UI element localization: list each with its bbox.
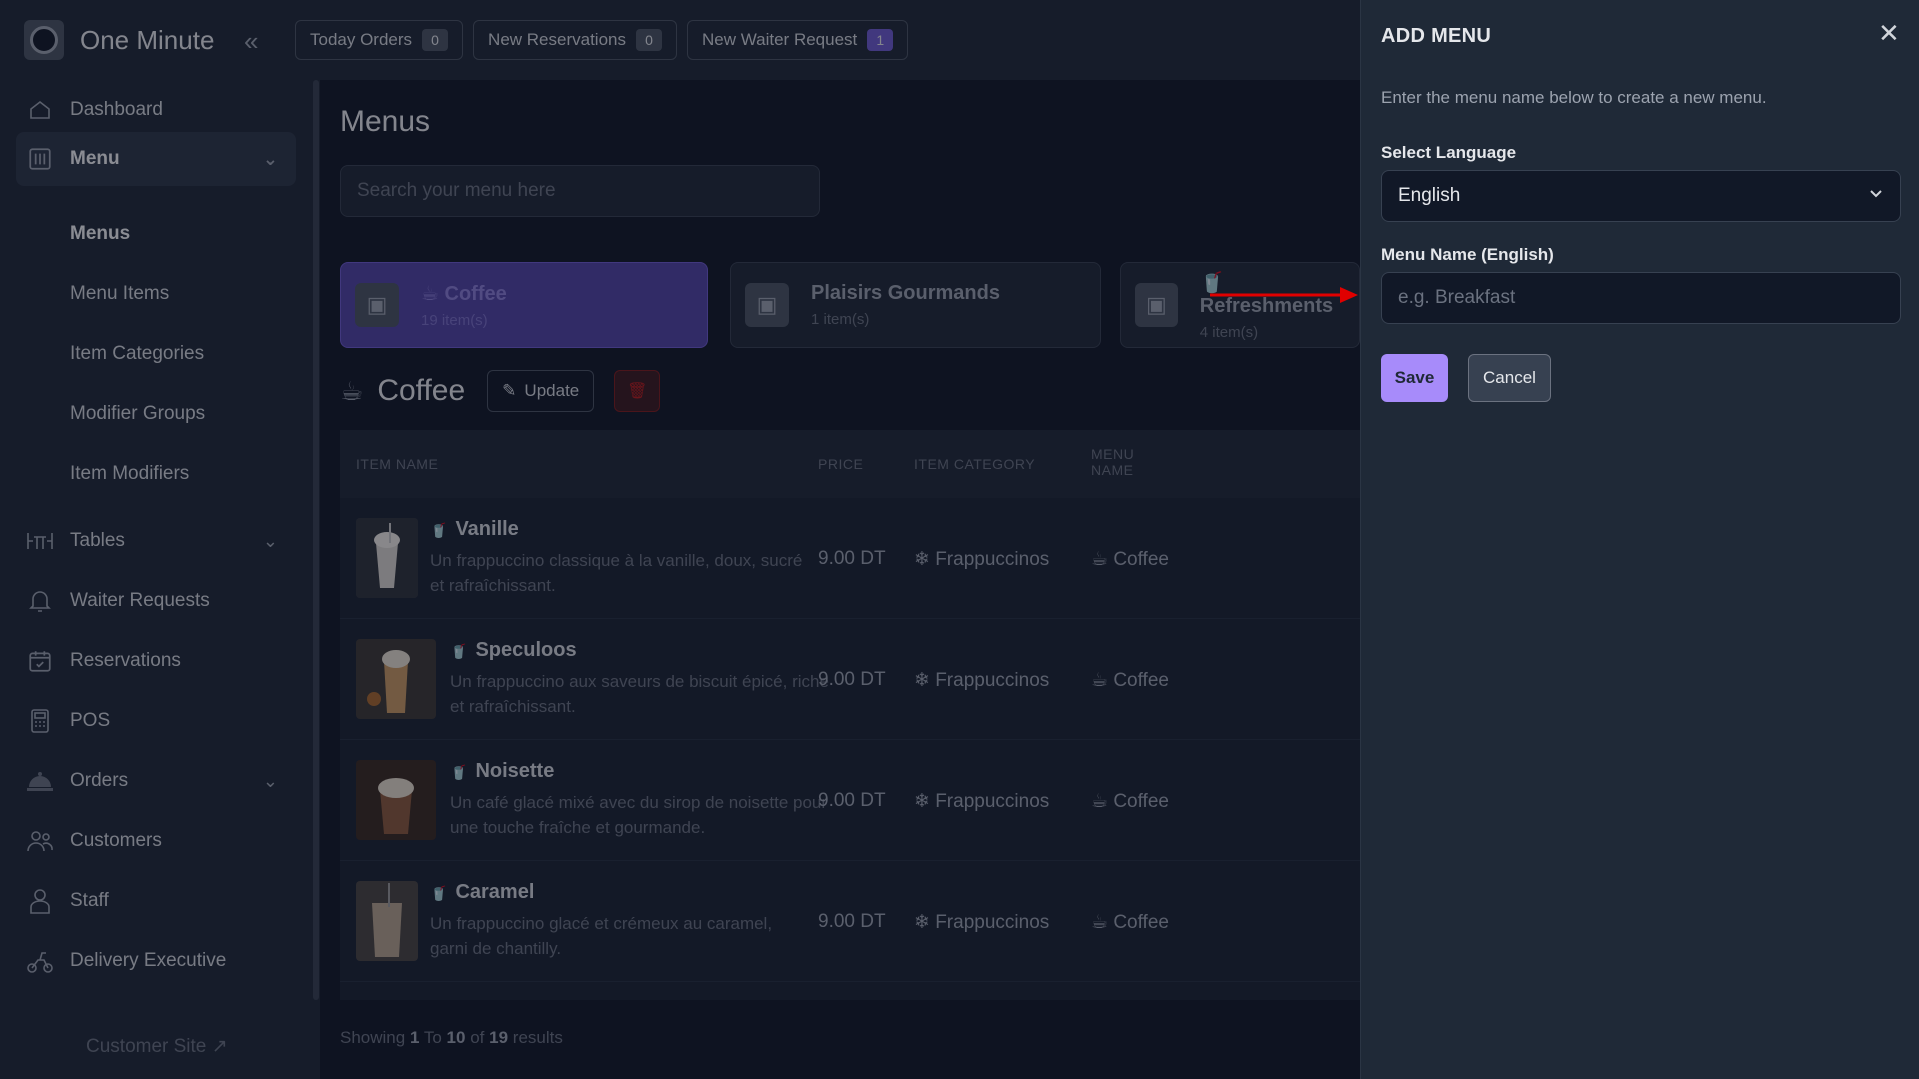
save-button[interactable]: Save: [1381, 354, 1448, 402]
cancel-button[interactable]: Cancel: [1468, 354, 1551, 402]
menu-name-label: Menu Name (English): [1381, 245, 1554, 264]
drawer-description: Enter the menu name below to create a ne…: [1381, 88, 1767, 107]
drawer-title: ADD MENU: [1381, 25, 1492, 47]
language-select[interactable]: English: [1381, 170, 1901, 222]
language-value: English: [1398, 185, 1461, 206]
close-icon[interactable]: ✕: [1878, 18, 1900, 49]
chevron-down-icon: [1868, 185, 1884, 206]
add-menu-drawer: ADD MENU ✕ Enter the menu name below to …: [1360, 0, 1919, 1079]
menu-name-input[interactable]: e.g. Breakfast: [1381, 272, 1901, 324]
annotation-arrow-right: [1210, 287, 1358, 303]
language-label: Select Language: [1381, 143, 1517, 162]
